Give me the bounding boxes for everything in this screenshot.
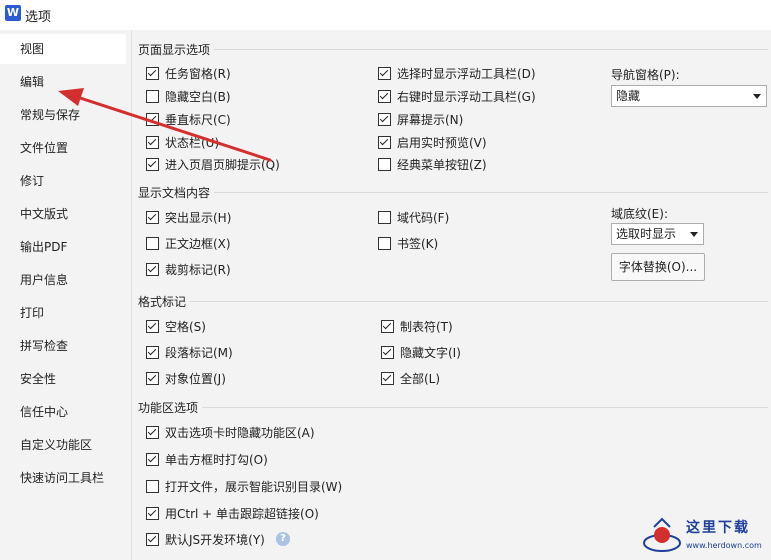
watermark-text: 这里下载 bbox=[686, 520, 750, 536]
annotation-arrow bbox=[58, 88, 272, 162]
annotation-arrow-shaft bbox=[72, 94, 272, 162]
site-watermark: 这里下载 www.herdown.com bbox=[640, 515, 766, 557]
annotation-arrow-head bbox=[58, 88, 84, 106]
watermark-url: www.herdown.com bbox=[686, 541, 762, 550]
watermark-logo bbox=[643, 517, 681, 552]
